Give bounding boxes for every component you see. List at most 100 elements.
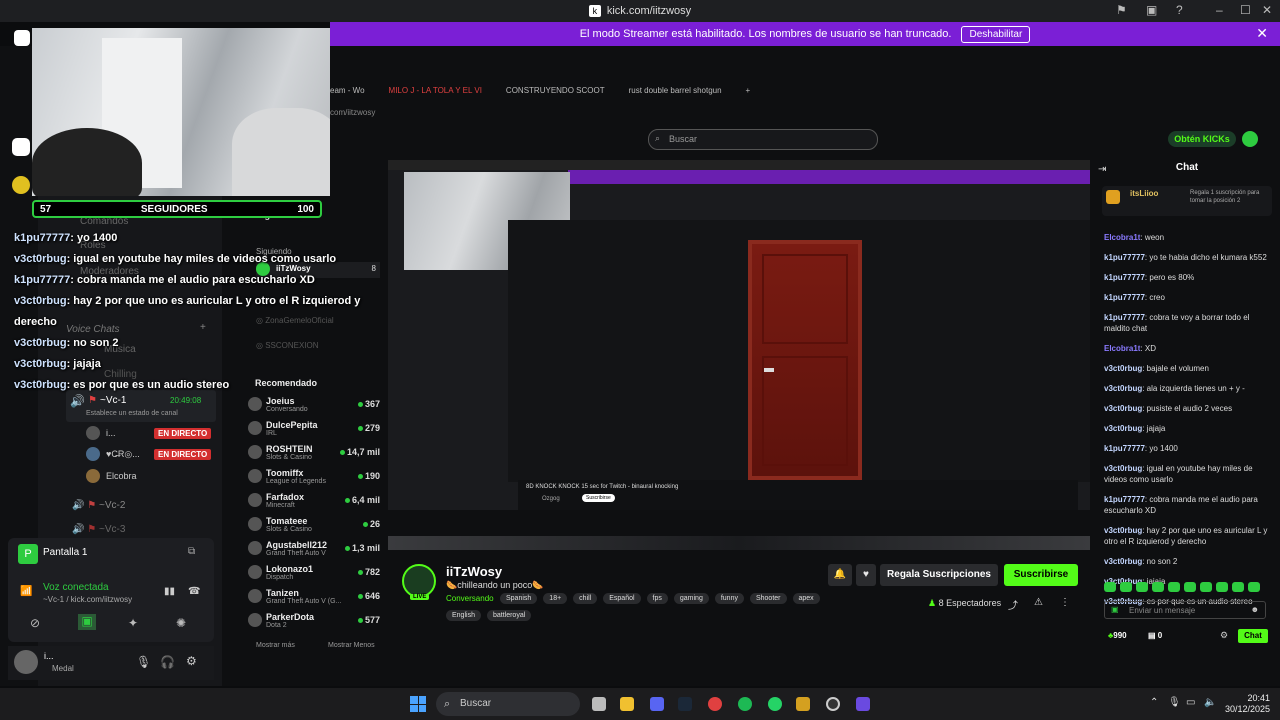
tag[interactable]: Español (603, 593, 641, 604)
chat-message[interactable]: Elcobra1t: XD (1104, 343, 1272, 354)
emote-icon[interactable] (1168, 582, 1180, 592)
chat-message[interactable]: k1pu77777: creo (1104, 292, 1272, 303)
chat-message[interactable]: v3ct0rbug: hay 2 por que uno es auricula… (1104, 525, 1272, 547)
microphone-tray-icon[interactable]: 🎙 (1168, 697, 1181, 708)
recommended-channel[interactable]: ROSHTEIN Slots & Casino 14,7 mil (248, 440, 380, 464)
emote-icon[interactable] (1104, 582, 1116, 592)
emoji-icon[interactable]: ☻ (1251, 605, 1259, 614)
member-row[interactable]: i... EN DIRECTO (86, 426, 216, 442)
address-bar[interactable]: k kick.com/iitzwosy (588, 5, 691, 17)
chat-username[interactable]: v3ct0rbug (1104, 557, 1142, 566)
headphones-icon[interactable]: 🎧 (160, 655, 175, 669)
search-input[interactable]: ⌕ Buscar (648, 129, 878, 150)
new-tab-icon[interactable]: + (746, 86, 751, 104)
chat-message[interactable]: v3ct0rbug: pusiste el audio 2 veces (1104, 403, 1272, 414)
notification-bell-icon[interactable]: 🔔 (828, 564, 852, 586)
stream-video-player[interactable]: 8D KNOCK KNOCK 15 sec for Twitch - binau… (388, 160, 1090, 510)
popout-icon[interactable]: ⧉ (188, 546, 195, 557)
chat-username[interactable]: v3ct0rbug (1104, 364, 1142, 373)
flag-icon[interactable]: ⚑ (1116, 3, 1127, 17)
close-window-icon[interactable]: ✕ (1262, 3, 1272, 17)
windows-start-icon[interactable] (410, 696, 426, 712)
avatar[interactable] (14, 650, 38, 674)
tag[interactable]: gaming (673, 593, 709, 604)
recommended-channel[interactable]: Toomiffx League of Legends 190 (248, 464, 380, 488)
profile-avatar[interactable] (1242, 131, 1258, 147)
chat-username[interactable]: k1pu77777 (1104, 293, 1145, 302)
chat-username[interactable]: k1pu77777 (1104, 273, 1145, 282)
steam-icon[interactable] (678, 697, 692, 711)
settings-icon[interactable]: ⚙ (186, 654, 197, 668)
recommended-channel[interactable]: Lokonazo1 Dispatch 782 (248, 560, 380, 584)
tag[interactable]: chill (573, 593, 598, 604)
tag[interactable]: funny (714, 593, 744, 604)
chat-username[interactable]: k1pu77777 (1104, 313, 1145, 322)
chat-message[interactable]: v3ct0rbug: igual en youtube hay miles de… (1104, 463, 1272, 485)
activities-icon[interactable]: ✦ (128, 616, 138, 630)
help-icon[interactable]: ? (1176, 3, 1183, 17)
screen-share-toggle-icon[interactable]: ▣ (78, 614, 96, 630)
chat-message[interactable]: k1pu77777: cobra manda me el audio para … (1104, 494, 1272, 516)
close-banner-icon[interactable]: ✕ (1256, 25, 1268, 42)
chat-message[interactable]: k1pu77777: yo 1400 (1104, 443, 1272, 454)
chat-message[interactable]: k1pu77777: pero es 80% (1104, 272, 1272, 283)
get-kicks-button[interactable]: Obtén KICKs (1168, 131, 1236, 147)
screen-icon[interactable]: ▣ (1146, 3, 1157, 17)
recommended-channel[interactable]: Farfadox Minecraft 6,4 mil (248, 488, 380, 512)
disconnect-icon[interactable]: ☎ (188, 586, 200, 597)
voice-status[interactable]: Voz conectada (43, 582, 109, 593)
voice-channel-vc2[interactable]: 🔊 ⚑ ~Vc-2 (72, 500, 125, 511)
vc1-status[interactable]: Establece un estado de canal (86, 410, 178, 417)
maximize-icon[interactable]: ☐ (1240, 3, 1251, 17)
recommended-channel[interactable]: Tomateee Slots & Casino 26 (248, 512, 380, 536)
emote-icon[interactable] (1136, 582, 1148, 592)
tab[interactable]: CONSTRUYENDO SCOOT (506, 86, 605, 104)
chat-username[interactable]: v3ct0rbug (1104, 404, 1142, 413)
tag[interactable]: Shooter (749, 593, 787, 604)
voice-channel-path[interactable]: ~Vc-1 / kick.com/iitzwosy (43, 595, 132, 604)
tab[interactable]: rust double barrel shotgun (629, 86, 722, 104)
emote-icon[interactable] (1120, 582, 1132, 592)
more-options-icon[interactable]: ⋮ (1060, 597, 1070, 608)
app-icon[interactable] (796, 697, 810, 711)
chrome-icon[interactable] (708, 697, 722, 711)
streamer-avatar[interactable] (402, 564, 436, 598)
chat-message-input[interactable]: ▣ Enviar un mensaje ☻ (1104, 601, 1266, 619)
emote-icon[interactable] (1248, 582, 1260, 592)
file-explorer-icon[interactable] (620, 697, 634, 711)
member-row[interactable]: ♥C̶R◎... EN DIRECTO (86, 447, 216, 463)
tab[interactable]: MILO J - LA TOLA Y EL VI (389, 86, 482, 104)
tab[interactable]: eam - Wo (330, 86, 365, 104)
chat-username[interactable]: v3ct0rbug (1104, 424, 1142, 433)
member-row[interactable]: Elcobra (86, 469, 216, 485)
chat-message[interactable]: v3ct0rbug: bajale el volumen (1104, 363, 1272, 374)
network-icon[interactable]: ▭ (1186, 697, 1195, 708)
chat-username[interactable]: k1pu77777 (1104, 253, 1145, 262)
discord-icon[interactable] (14, 30, 30, 46)
voice-channel-vc3[interactable]: 🔊 ⚑ ~Vc-3 (72, 524, 125, 535)
emote-icon[interactable] (1216, 582, 1228, 592)
server-icon[interactable] (12, 176, 30, 194)
chat-username[interactable]: v3ct0rbug (1104, 526, 1142, 535)
chat-settings-icon[interactable]: ⚙ (1220, 630, 1228, 641)
emote-icon[interactable] (1184, 582, 1196, 592)
chat-message[interactable]: v3ct0rbug: no son 2 (1104, 556, 1272, 567)
chat-username[interactable]: Elcobra1t (1104, 344, 1140, 353)
chat-username[interactable]: k1pu77777 (1104, 495, 1145, 504)
tag[interactable]: Spanish (500, 593, 538, 604)
chat-message[interactable]: Elcobra1t: weon (1104, 232, 1272, 243)
minimize-icon[interactable]: – (1216, 3, 1223, 17)
tag[interactable]: English (446, 610, 481, 621)
tray-chevron-icon[interactable]: ⌃ (1150, 697, 1158, 708)
camera-off-icon[interactable]: ⊘ (30, 616, 40, 630)
app-icon[interactable] (856, 697, 870, 711)
gift-balance[interactable]: ▤ 0 (1148, 631, 1162, 640)
discord-taskbar-icon[interactable] (650, 697, 664, 711)
emote-icon[interactable] (1200, 582, 1212, 592)
recommended-channel[interactable]: DulcePepita IRL 279 (248, 416, 380, 440)
pinned-gift-banner[interactable]: itsLiioo Regala 1 suscripción para tomar… (1102, 186, 1272, 216)
taskbar-search[interactable]: ⌕ Buscar (436, 692, 580, 716)
recommended-channel[interactable]: ParkerDota Dota 2 577 (248, 608, 380, 632)
kicks-balance[interactable]: ♣990 (1108, 631, 1127, 640)
spotify-icon[interactable] (738, 697, 752, 711)
